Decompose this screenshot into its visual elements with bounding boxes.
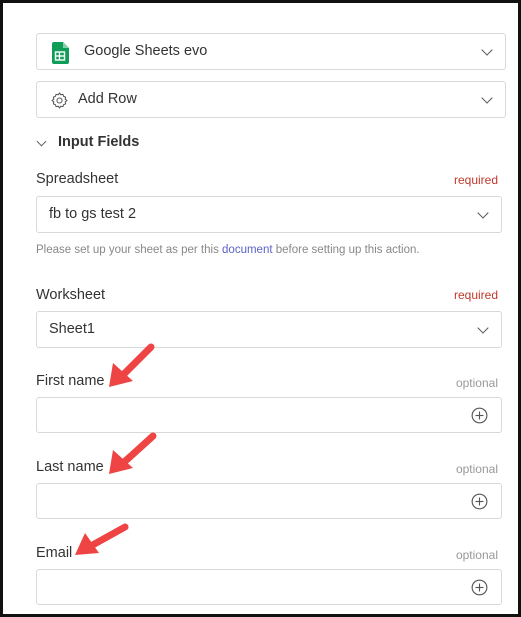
app-select[interactable]: Google Sheets evo (36, 33, 506, 70)
first-name-label: First name (36, 373, 105, 389)
spreadsheet-label: Spreadsheet (36, 171, 119, 187)
optional-badge: optional (455, 376, 498, 390)
chevron-down-icon[interactable] (36, 136, 47, 147)
document-link[interactable]: document (222, 244, 273, 256)
app-frame: Google Sheets evo Add Row Input Fields S… (0, 0, 521, 617)
section-title[interactable]: Input Fields (58, 134, 139, 150)
gear-icon (51, 92, 68, 109)
chevron-down-icon (481, 43, 493, 56)
app-select-label: Google Sheets evo (84, 43, 208, 59)
spreadsheet-hint: Please set up your sheet as per this doc… (36, 244, 420, 256)
annotation-arrow (109, 343, 155, 387)
action-select[interactable]: Add Row (36, 81, 506, 118)
chevron-down-icon (477, 321, 489, 334)
hint-text: before setting up this action. (272, 244, 420, 256)
last-name-label: Last name (36, 459, 104, 475)
plus-circle-icon[interactable] (471, 493, 488, 510)
optional-badge: optional (455, 548, 498, 562)
first-name-field[interactable] (36, 397, 502, 433)
action-select-label: Add Row (78, 91, 137, 107)
spreadsheet-select[interactable]: fb to gs test 2 (36, 196, 502, 233)
spreadsheet-value: fb to gs test 2 (49, 206, 137, 222)
google-sheets-icon (52, 42, 69, 64)
chevron-down-icon (481, 91, 493, 104)
hint-text: Please set up your sheet as per this (36, 244, 223, 256)
plus-circle-icon[interactable] (471, 407, 488, 424)
annotation-arrow (75, 523, 129, 555)
email-label: Email (36, 545, 73, 561)
annotation-arrow (109, 432, 157, 474)
required-badge: required (453, 288, 498, 302)
plus-circle-icon[interactable] (471, 579, 488, 596)
optional-badge: optional (455, 462, 498, 476)
last-name-field[interactable] (36, 483, 502, 519)
worksheet-value: Sheet1 (49, 321, 95, 337)
chevron-down-icon (477, 206, 489, 219)
worksheet-label: Worksheet (36, 287, 106, 303)
email-field[interactable] (36, 569, 502, 605)
required-badge: required (453, 173, 498, 187)
